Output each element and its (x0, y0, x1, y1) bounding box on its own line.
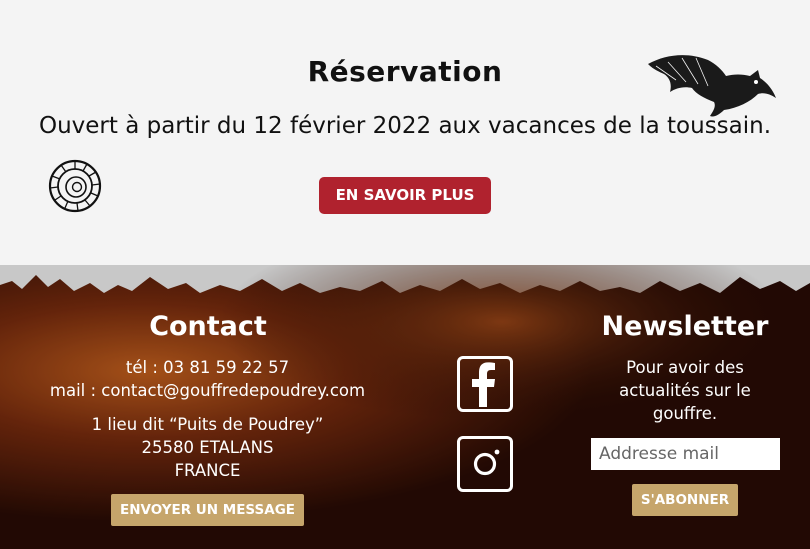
email-input[interactable] (591, 438, 780, 470)
newsletter-text-line3: gouffre. (652, 404, 718, 423)
contact-address-line2: 25580 ETALANS (141, 438, 274, 457)
newsletter-text-line1: Pour avoir des (626, 358, 744, 377)
contact-email[interactable]: mail : contact@gouffredepoudrey.com (0, 381, 415, 400)
instagram-icon (473, 449, 500, 476)
facebook-icon (472, 362, 495, 407)
opening-text: Ouvert à partir du 12 février 2022 aux v… (38, 113, 772, 139)
facebook-button[interactable] (457, 356, 513, 412)
ammonite-illustration (48, 159, 102, 213)
learn-more-button[interactable]: EN SAVOIR PLUS (319, 177, 491, 214)
subscribe-button[interactable]: S'ABONNER (632, 484, 738, 516)
contact-address-line1: 1 lieu dit “Puits de Poudrey” (91, 415, 324, 434)
page-title: Réservation (307, 55, 503, 88)
contact-title: Contact (149, 311, 267, 342)
send-message-button[interactable]: ENVOYER UN MESSAGE (111, 494, 304, 526)
newsletter-title: Newsletter (601, 311, 769, 342)
instagram-button[interactable] (457, 436, 513, 492)
contact-address-line3: FRANCE (174, 461, 241, 480)
contact-phone: tél : 03 81 59 22 57 (125, 358, 290, 377)
newsletter-text-line2: actualités sur le (619, 381, 751, 400)
reservation-section: Réservation Ouvert à partir du 12 févrie… (0, 0, 810, 290)
